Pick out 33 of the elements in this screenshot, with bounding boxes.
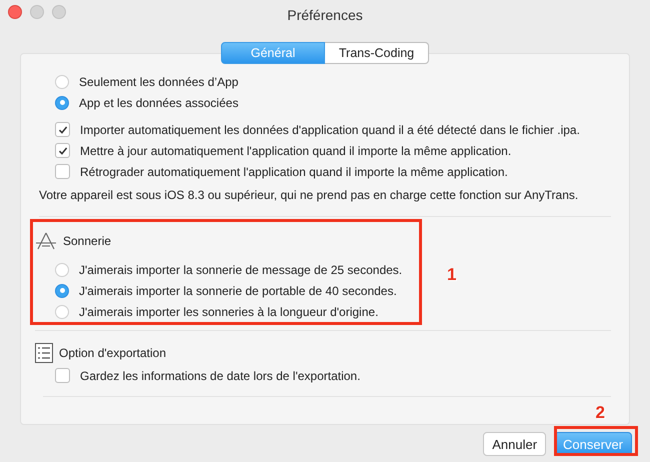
- checkbox[interactable]: [55, 143, 70, 158]
- radio-button[interactable]: [55, 262, 69, 276]
- option-label: Gardez les informations de date lors de l'exportation.: [80, 368, 360, 382]
- checkbox[interactable]: [55, 164, 70, 179]
- radio-button[interactable]: [55, 304, 69, 318]
- cancel-button[interactable]: Annuler: [483, 432, 546, 456]
- option-label: Seulement les données d’App: [79, 74, 238, 88]
- step-number: 1: [447, 265, 456, 285]
- section-title: Sonnerie: [63, 234, 112, 248]
- list-icon: [35, 343, 53, 363]
- check-icon: [58, 124, 68, 134]
- option-label: J'aimerais importer la sonnerie de message de 25 secondes.: [79, 262, 402, 276]
- option-label: Rétrograder automatiquement l'application quand il importe la même application.: [80, 164, 508, 178]
- ios-note: Votre appareil est sous iOS 8.3 ou supérieur, qui ne prend pas en charge cette fonction sur AnyTrans.: [39, 188, 580, 204]
- minimize-button[interactable]: [30, 5, 44, 19]
- tab[interactable]: Trans-Coding: [325, 42, 429, 64]
- option-label: J'aimerais importer les sonneries à la longueur d'origine.: [79, 304, 378, 318]
- checkbox[interactable]: [55, 122, 70, 137]
- close-button[interactable]: [8, 5, 22, 19]
- section-title: Option d'exportation: [59, 346, 166, 360]
- option-label: App et les données associées: [79, 96, 238, 110]
- option-label: Mettre à jour automatiquement l'application quand il importe la même application.: [80, 144, 512, 158]
- radio-button[interactable]: [55, 284, 69, 298]
- radio-button[interactable]: [55, 96, 69, 110]
- app-store-icon: [35, 232, 57, 250]
- option-label: J'aimerais importer la sonnerie de portable de 40 secondes.: [79, 284, 397, 298]
- check-icon: [58, 146, 68, 156]
- window-title: Préférences: [287, 7, 363, 23]
- checkbox[interactable]: [55, 368, 70, 383]
- step-number: 2: [596, 403, 605, 423]
- radio-button[interactable]: [55, 74, 69, 88]
- zoom-button[interactable]: [52, 5, 66, 19]
- option-label: Importer automatiquement les données d'application quand il a été détecté dans le fichier .ipa.: [80, 122, 580, 136]
